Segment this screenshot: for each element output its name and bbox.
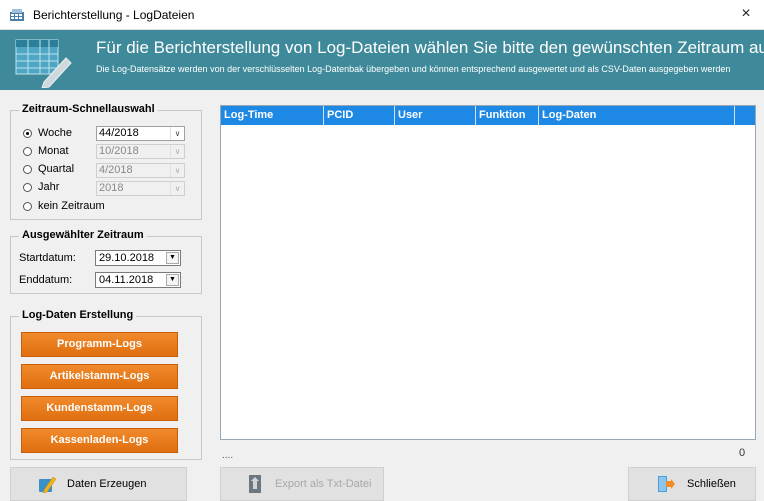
week-value: 44/2018 bbox=[99, 127, 139, 139]
close-label: Schließen bbox=[687, 478, 736, 490]
radio-quartal[interactable]: Quartal bbox=[23, 161, 74, 177]
chevron-down-icon: ∨ bbox=[170, 182, 184, 195]
year-value: 2018 bbox=[99, 182, 124, 194]
radio-kein-zeitraum[interactable]: kein Zeitraum bbox=[23, 198, 105, 214]
radio-label: kein Zeitraum bbox=[38, 200, 105, 212]
week-select[interactable]: 44/2018 ∨ bbox=[96, 126, 185, 141]
exit-icon bbox=[658, 476, 675, 492]
list-header: Log-Time PCID User Funktion Log-Daten bbox=[221, 106, 755, 125]
banner-subline: Die Log-Datensätze werden von der versch… bbox=[96, 64, 731, 74]
radio-monat[interactable]: Monat bbox=[23, 143, 69, 159]
radio-button[interactable] bbox=[23, 128, 32, 138]
log-creation-title: Log-Daten Erstellung bbox=[19, 309, 137, 321]
month-select: 10/2018 ∨ bbox=[96, 144, 185, 159]
article-logs-button[interactable]: Artikelstamm-Logs bbox=[21, 364, 178, 389]
log-creation-group: Log-Daten Erstellung Programm-Logs Artik… bbox=[10, 309, 202, 460]
header-banner: Für die Berichterstellung von Log-Dateie… bbox=[0, 30, 764, 90]
generate-data-button[interactable]: Daten Erzeugen bbox=[10, 467, 187, 501]
radio-button[interactable] bbox=[23, 146, 32, 156]
quick-select-group: Zeitraum-Schnellauswahl Woche 44/2018 ∨ … bbox=[10, 103, 202, 220]
radio-button[interactable] bbox=[23, 201, 32, 211]
cash-drawer-logs-button[interactable]: Kassenladen-Logs bbox=[21, 428, 178, 453]
chevron-down-icon: ∨ bbox=[170, 164, 184, 177]
column-log-daten[interactable]: Log-Daten bbox=[539, 106, 735, 125]
program-logs-button[interactable]: Programm-Logs bbox=[21, 332, 178, 357]
customer-logs-button[interactable]: Kundenstamm-Logs bbox=[21, 396, 178, 421]
radio-button[interactable] bbox=[23, 182, 32, 192]
quarter-select: 4/2018 ∨ bbox=[96, 163, 185, 178]
close-button[interactable]: Schließen bbox=[628, 467, 756, 501]
record-count: 0 bbox=[739, 447, 746, 459]
radio-label: Woche bbox=[38, 127, 73, 139]
dropdown-arrow-icon[interactable]: ▼ bbox=[166, 274, 179, 286]
year-select: 2018 ∨ bbox=[96, 181, 185, 196]
selected-range-title: Ausgewählter Zeitraum bbox=[19, 229, 147, 241]
database-pencil-icon bbox=[39, 476, 57, 494]
radio-label: Jahr bbox=[38, 181, 60, 193]
generate-data-label: Daten Erzeugen bbox=[67, 478, 147, 490]
radio-button[interactable] bbox=[23, 164, 32, 174]
dropdown-arrow-icon[interactable]: ▼ bbox=[166, 252, 179, 264]
month-value: 10/2018 bbox=[99, 145, 139, 157]
export-txt-label: Export als Txt-Datei bbox=[275, 478, 372, 490]
start-date-value: 29.10.2018 bbox=[99, 252, 155, 264]
window-title: Berichterstellung - LogDateien bbox=[33, 8, 195, 22]
column-log-time[interactable]: Log-Time bbox=[221, 106, 324, 125]
radio-jahr[interactable]: Jahr bbox=[23, 179, 59, 195]
log-list[interactable]: Log-Time PCID User Funktion Log-Daten bbox=[220, 105, 756, 440]
chevron-down-icon[interactable]: ∨ bbox=[170, 127, 184, 140]
export-txt-button: Export als Txt-Datei bbox=[220, 467, 384, 501]
column-pcid[interactable]: PCID bbox=[324, 106, 395, 125]
radio-woche[interactable]: Woche bbox=[23, 125, 72, 141]
export-file-icon bbox=[249, 475, 261, 493]
chevron-down-icon: ∨ bbox=[170, 145, 184, 158]
close-icon[interactable]: × bbox=[736, 4, 756, 24]
banner-headline: Für die Berichterstellung von Log-Dateie… bbox=[96, 38, 764, 57]
column-user[interactable]: User bbox=[395, 106, 476, 125]
end-date-label: Enddatum: bbox=[19, 274, 73, 286]
spreadsheet-edit-icon bbox=[15, 39, 72, 88]
end-date-value: 04.11.2018 bbox=[99, 274, 154, 286]
end-date-picker[interactable]: 04.11.2018 ▼ bbox=[95, 272, 181, 288]
quick-select-title: Zeitraum-Schnellauswahl bbox=[19, 103, 158, 115]
column-filler bbox=[735, 106, 753, 125]
start-date-label: Startdatum: bbox=[19, 252, 76, 264]
radio-label: Quartal bbox=[38, 163, 75, 175]
app-icon bbox=[10, 9, 24, 21]
start-date-picker[interactable]: 29.10.2018 ▼ bbox=[95, 250, 181, 266]
radio-label: Monat bbox=[38, 145, 69, 157]
selected-range-group: Ausgewählter Zeitraum Startdatum: 29.10.… bbox=[10, 229, 202, 294]
status-text: .... bbox=[222, 450, 234, 461]
title-bar: Berichterstellung - LogDateien × bbox=[0, 0, 764, 30]
quarter-value: 4/2018 bbox=[99, 164, 133, 176]
column-funktion[interactable]: Funktion bbox=[476, 106, 539, 125]
